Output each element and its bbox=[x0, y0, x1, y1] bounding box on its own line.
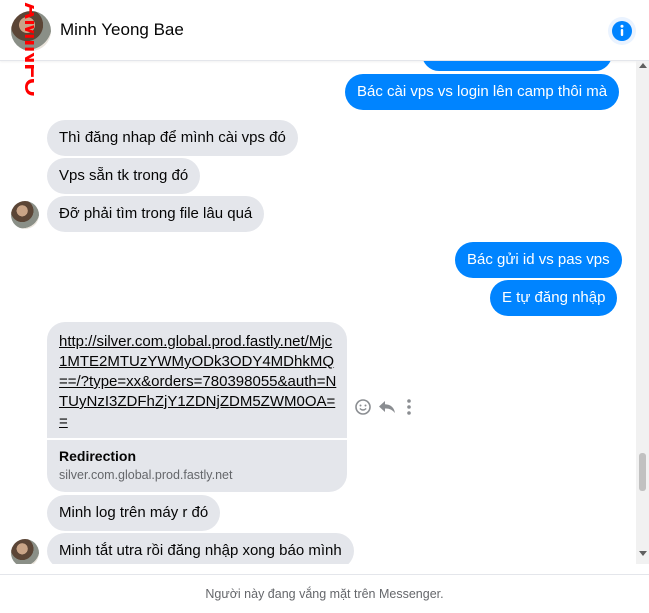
link-divider bbox=[47, 438, 347, 440]
link-url[interactable]: http://silver.com.global.prod.fastly.net… bbox=[59, 332, 339, 432]
scroll-up-arrow-icon[interactable] bbox=[639, 63, 647, 68]
link-domain: silver.com.global.prod.fastly.net bbox=[59, 468, 233, 482]
contact-name[interactable]: Minh Yeong Bae bbox=[60, 20, 184, 40]
message-thread[interactable]: Bác cài vps vs login lên camp thôi mà Th… bbox=[0, 61, 636, 564]
sender-avatar[interactable] bbox=[11, 201, 39, 229]
sender-avatar[interactable] bbox=[11, 539, 39, 564]
message-actions bbox=[354, 397, 420, 417]
message-bubble-partial bbox=[422, 61, 612, 71]
emoji-icon[interactable] bbox=[354, 398, 372, 416]
scrollbar-thumb[interactable] bbox=[639, 453, 646, 491]
scroll-down-arrow-icon[interactable] bbox=[639, 551, 647, 556]
conversation-header: AMINFO Minh Yeong Bae bbox=[0, 0, 649, 97]
link-preview-message[interactable]: http://silver.com.global.prod.fastly.net… bbox=[47, 322, 347, 492]
message-bubble-incoming[interactable]: Đỡ phải tìm trong file lâu quá bbox=[47, 196, 265, 232]
info-icon bbox=[612, 21, 632, 41]
thread-scrollbar[interactable] bbox=[636, 61, 649, 564]
message-bubble-incoming[interactable]: Minh log trên máy r đó bbox=[47, 495, 221, 531]
conversation-info-button[interactable] bbox=[608, 17, 636, 45]
reply-icon[interactable] bbox=[378, 399, 396, 415]
presence-status-footer: Người này đang vắng mặt trên Messenger. bbox=[0, 574, 649, 609]
presence-status-text: Người này đang vắng mặt trên Messenger. bbox=[205, 587, 444, 601]
link-title[interactable]: Redirection bbox=[59, 448, 136, 464]
message-bubble-outgoing[interactable]: E tự đăng nhập bbox=[490, 280, 618, 316]
message-bubble-outgoing[interactable]: Bác gửi id vs pas vps bbox=[455, 242, 622, 278]
message-bubble-incoming[interactable]: Thì đăng nhap để mình cài vps đó bbox=[47, 120, 298, 156]
message-bubble-outgoing[interactable]: Bác cài vps vs login lên camp thôi mà bbox=[345, 74, 620, 110]
message-bubble-incoming[interactable]: Vps sẵn tk trong đó bbox=[47, 158, 201, 194]
message-bubble-incoming[interactable]: Minh tắt utra rồi đăng nhập xong báo mìn… bbox=[47, 533, 354, 564]
more-options-icon[interactable] bbox=[406, 398, 412, 416]
